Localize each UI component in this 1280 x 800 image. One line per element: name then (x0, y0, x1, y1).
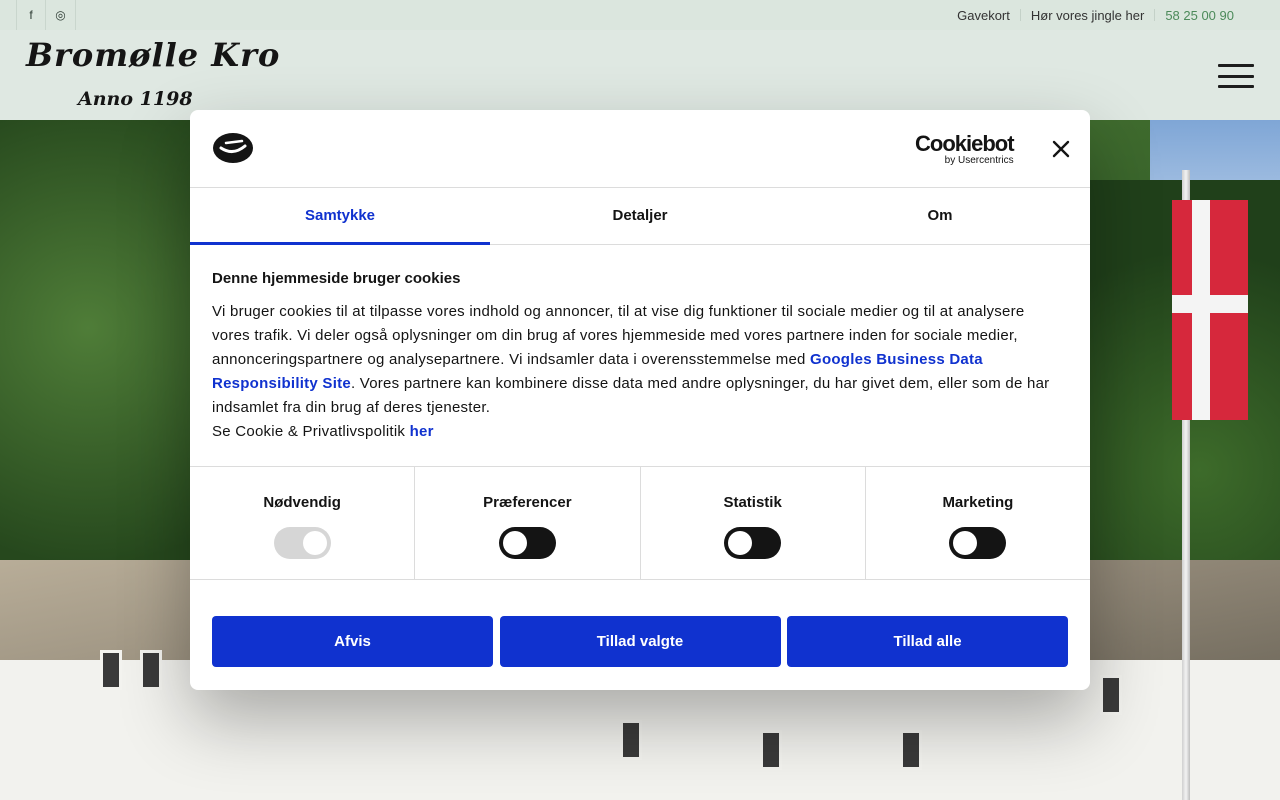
switch-knob (728, 531, 753, 555)
dialog-content: Denne hjemmeside bruger cookies Vi bruge… (212, 270, 1062, 444)
window (140, 650, 162, 690)
hamburger-menu-icon[interactable] (1218, 64, 1254, 88)
cookiebot-logo-icon (213, 133, 253, 163)
toggle-label: Statistik (723, 494, 782, 511)
close-icon[interactable] (1050, 138, 1072, 160)
window (760, 730, 782, 770)
dialog-heading: Denne hjemmeside bruger cookies (212, 270, 461, 287)
window (620, 720, 642, 760)
tab-detaljer[interactable]: Detaljer (490, 188, 790, 244)
policy-line: Se Cookie & Privatlivspolitik her (212, 420, 1062, 444)
phone-link[interactable]: 58 25 00 90 (1165, 8, 1234, 23)
toggle-label: Marketing (942, 494, 1014, 511)
toggle-marketing: Marketing (866, 467, 1090, 579)
divider (1154, 9, 1156, 21)
toggle-label: Nødvendig (263, 494, 341, 511)
instagram-icon[interactable]: ◎ (46, 0, 76, 30)
tab-om[interactable]: Om (790, 188, 1090, 244)
switch-knob (302, 531, 327, 555)
dialog-tabs: Samtykke Detaljer Om (190, 188, 1090, 245)
dialog-header: Cookiebot by Usercentrics (190, 110, 1090, 188)
window (900, 730, 922, 770)
policy-text: Se Cookie & Privatlivspolitik (212, 423, 410, 440)
marketing-switch[interactable] (949, 527, 1007, 559)
flag-cross-horizontal (1172, 295, 1248, 313)
policy-link[interactable]: her (410, 423, 434, 440)
dialog-body: Vi bruger cookies til at tilpasse vores … (212, 300, 1062, 420)
jingle-link[interactable]: Hør vores jingle her (1031, 8, 1144, 23)
divider (1019, 9, 1021, 21)
deny-button[interactable]: Afvis (212, 616, 493, 667)
toggle-statistics: Statistik (641, 467, 866, 579)
menu-line (1218, 64, 1254, 67)
menu-line (1218, 85, 1254, 88)
top-links: Gavekort Hør vores jingle her 58 25 00 9… (957, 0, 1234, 30)
toggle-label: Præferencer (483, 494, 572, 511)
cookiebot-brand[interactable]: Cookiebot by Usercentrics (915, 131, 1015, 166)
giftcard-link[interactable]: Gavekort (957, 8, 1010, 23)
tab-samtykke[interactable]: Samtykke (190, 188, 490, 245)
switch-knob (953, 531, 978, 555)
site-header: Bromølle Kro Anno 1198 (0, 30, 1280, 120)
top-bar: f ◎ Gavekort Hør vores jingle her 58 25 … (0, 0, 1280, 30)
allow-all-button[interactable]: Tillad alle (787, 616, 1068, 667)
logo-title[interactable]: Bromølle Kro (26, 36, 280, 74)
window (1100, 675, 1122, 715)
facebook-icon[interactable]: f (16, 0, 46, 30)
toggle-necessary: Nødvendig (190, 467, 416, 579)
social-links: f ◎ (16, 0, 76, 30)
allow-selected-button[interactable]: Tillad valgte (499, 616, 781, 667)
dialog-buttons: Afvis Tillad valgte Tillad alle (212, 616, 1068, 667)
necessary-switch (273, 527, 331, 559)
brand-name: Cookiebot (915, 131, 1015, 156)
logo-subtitle: Anno 1198 (78, 88, 193, 110)
menu-line (1218, 74, 1254, 78)
switch-knob (502, 531, 527, 555)
toggle-preferences: Præferencer (415, 467, 641, 579)
window (100, 650, 122, 690)
consent-toggles: Nødvendig Præferencer Statistik Marketin… (190, 466, 1090, 580)
danish-flag (1172, 200, 1248, 420)
preferences-switch[interactable] (498, 527, 556, 559)
cookie-consent-dialog: Cookiebot by Usercentrics Samtykke Detal… (190, 110, 1090, 690)
statistics-switch[interactable] (724, 527, 782, 559)
